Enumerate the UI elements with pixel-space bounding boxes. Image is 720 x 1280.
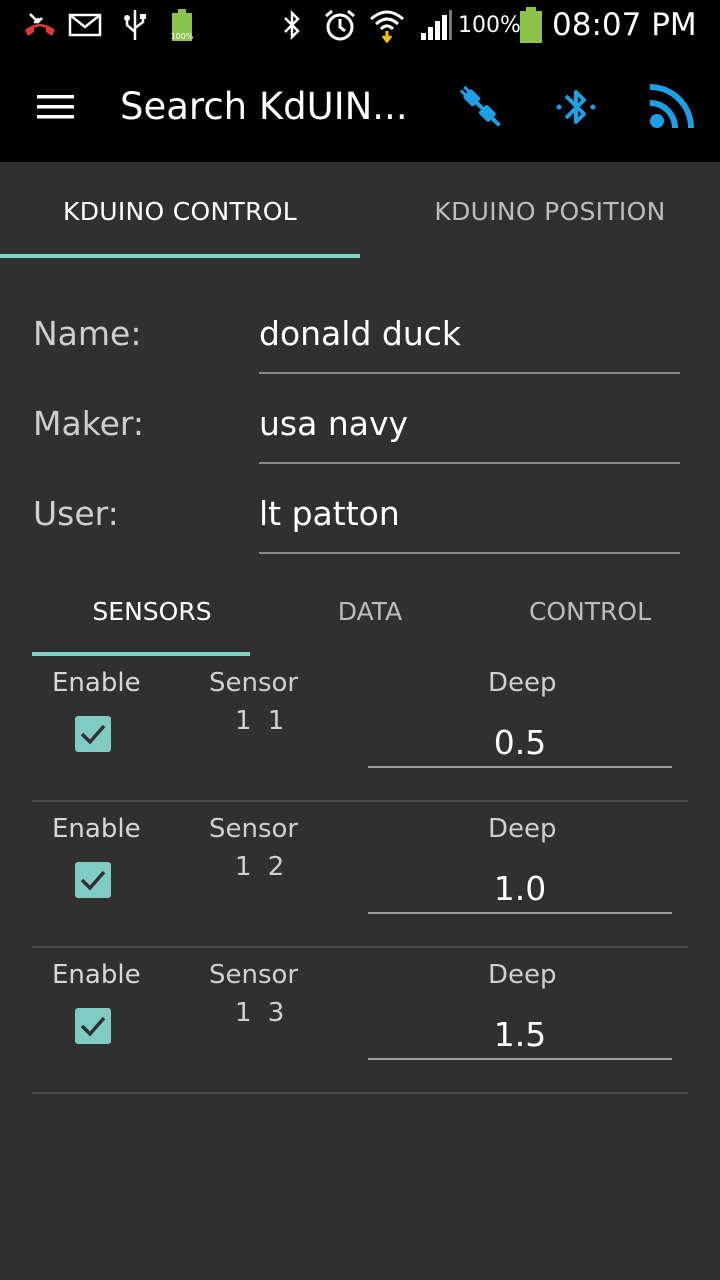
toolbar-title: Search KdUIN... xyxy=(120,84,408,128)
maker-label: Maker: xyxy=(33,404,145,443)
tab-sensors[interactable]: SENSORS xyxy=(32,574,272,648)
missed-call-icon xyxy=(20,0,60,50)
tab-control[interactable]: CONTROL xyxy=(470,574,710,648)
email-icon xyxy=(66,0,104,50)
tab-kduino-control[interactable]: KDUINO CONTROL xyxy=(0,162,360,260)
check-icon xyxy=(80,724,106,745)
check-icon xyxy=(80,1016,106,1037)
enable-checkbox[interactable] xyxy=(75,1008,111,1044)
enable-checkbox[interactable] xyxy=(75,862,111,898)
sensor-number: 1 2 xyxy=(235,852,289,882)
hamburger-menu-icon xyxy=(37,95,74,119)
user-field[interactable]: lt patton xyxy=(259,494,680,554)
wifi-icon xyxy=(366,0,408,50)
battery-charging-icon: 100% xyxy=(166,0,198,50)
bluetooth-icon xyxy=(556,90,596,124)
deep-label: Deep xyxy=(488,668,557,698)
main-tabs: KDUINO CONTROL KDUINO POSITION xyxy=(0,162,720,260)
signal-icon xyxy=(418,0,454,50)
sensor-number: 1 1 xyxy=(235,706,289,736)
check-icon xyxy=(80,870,106,891)
menu-button[interactable] xyxy=(22,84,90,130)
deep-input[interactable]: 1.5 xyxy=(368,1010,672,1060)
enable-checkbox[interactable] xyxy=(75,716,111,752)
battery-icon xyxy=(516,0,546,50)
deep-label: Deep xyxy=(488,960,557,990)
row-divider xyxy=(32,1092,688,1094)
name-row: Name: donald duck xyxy=(0,314,720,394)
sensor-row: Enable Sensor 1 3 Deep 1.5 xyxy=(32,948,688,1094)
sub-tabs: SENSORS DATA CONTROL xyxy=(32,574,688,656)
sensor-number: 1 3 xyxy=(235,998,289,1028)
plug-connect-icon xyxy=(459,85,501,127)
deep-input[interactable]: 0.5 xyxy=(368,718,672,768)
deep-label: Deep xyxy=(488,814,557,844)
sensor-label: Sensor xyxy=(209,960,299,990)
alarm-icon xyxy=(320,0,360,50)
sensor-row: Enable Sensor 1 2 Deep 1.0 xyxy=(32,802,688,948)
sensor-label: Sensor xyxy=(209,814,299,844)
maker-field[interactable]: usa navy xyxy=(259,404,680,464)
sensor-row: Enable Sensor 1 1 Deep 0.5 xyxy=(32,656,688,802)
battery-small-label: 100% xyxy=(171,32,194,41)
tab-data[interactable]: DATA xyxy=(250,574,490,648)
user-label: User: xyxy=(33,494,119,533)
tab-indicator xyxy=(0,254,360,258)
broadcast-icon xyxy=(649,84,694,129)
maker-row: Maker: usa navy xyxy=(0,404,720,484)
usb-icon xyxy=(118,0,152,50)
tab-kduino-position[interactable]: KDUINO POSITION xyxy=(370,162,720,260)
enable-label: Enable xyxy=(52,814,141,844)
enable-label: Enable xyxy=(52,668,141,698)
status-bar: 100% 100% 08:07 PM xyxy=(0,0,720,50)
enable-label: Enable xyxy=(52,960,141,990)
app-toolbar: Search KdUIN... xyxy=(0,50,720,162)
battery-percent: 100% xyxy=(458,12,521,38)
bluetooth-button[interactable] xyxy=(541,72,611,142)
deep-input[interactable]: 1.0 xyxy=(368,864,672,914)
broadcast-button[interactable] xyxy=(636,72,706,142)
connect-button[interactable] xyxy=(446,72,516,142)
name-field[interactable]: donald duck xyxy=(259,314,680,374)
status-time: 08:07 PM xyxy=(552,7,697,43)
sensor-label: Sensor xyxy=(209,668,299,698)
bluetooth-status-icon xyxy=(277,0,307,50)
user-row: User: lt patton xyxy=(0,494,720,574)
name-label: Name: xyxy=(33,314,142,353)
